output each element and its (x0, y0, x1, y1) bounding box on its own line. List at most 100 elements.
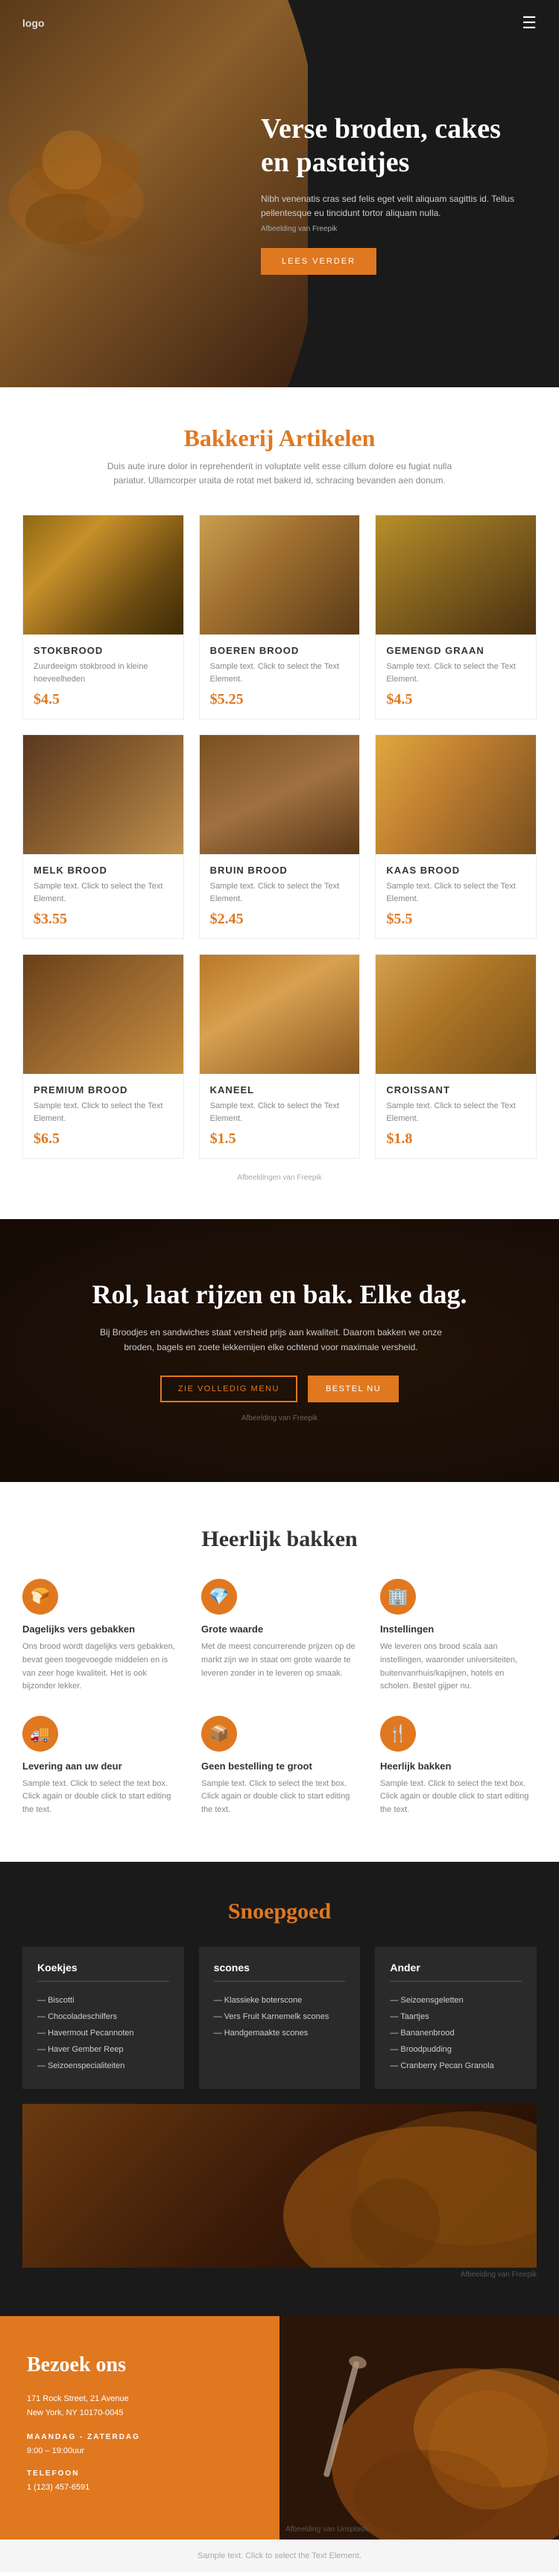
product-info: BOEREN BROOD Sample text. Click to selec… (200, 635, 360, 719)
feature-item: 🍞 Dagelijks vers gebakken Ons brood word… (22, 1579, 179, 1693)
feature-description: Sample text. Click to select the text bo… (201, 1778, 358, 1817)
promo-section: Rol, laat rijzen en bak. Elke dag. Bij B… (0, 1219, 559, 1482)
sweets-section: Snoepgoed Koekjes BiscottiChocoladeschil… (0, 1862, 559, 2316)
visit-hours-value: 9:00 – 19:00uur (27, 2444, 253, 2459)
nav-hamburger[interactable]: ☰ (522, 13, 537, 33)
feature-icon: 🏢 (380, 1579, 416, 1615)
product-name: PREMIUM BROOD (34, 1084, 173, 1095)
product-card: GEMENGD GRAAN Sample text. Click to sele… (375, 515, 537, 719)
feature-item: 🍴 Heerlijk bakken Sample text. Click to … (380, 1716, 537, 1817)
product-name: CROISSANT (386, 1084, 525, 1095)
feature-icon: 📦 (201, 1716, 237, 1752)
product-info: KANEEL Sample text. Click to select the … (200, 1074, 360, 1158)
hero-title: Verse broden, cakes en pasteitjes (261, 112, 529, 180)
visit-image-credit: Afbeelding van Unsplash (280, 2519, 374, 2540)
feature-name: Dagelijks vers gebakken (22, 1623, 179, 1635)
promo-image-credit: Afbeelding van Freepik (241, 1414, 318, 1422)
hero-image-credit: Afbeelding van Freepik (261, 225, 529, 233)
feature-icon: 🚚 (22, 1716, 58, 1752)
promo-content: Rol, laat rijzen en bak. Elke dag. Bij B… (92, 1279, 467, 1402)
feature-name: Heerlijk bakken (380, 1761, 537, 1772)
product-price: $6.5 (34, 1130, 173, 1148)
product-price: $5.5 (386, 911, 525, 928)
feature-item: 💎 Grote waarde Met de meest concurrerend… (201, 1579, 358, 1693)
sweets-list-item: Havermout Pecannoten (37, 2025, 169, 2041)
product-price: $1.8 (386, 1130, 525, 1148)
sweets-title: Snoepgoed (22, 1899, 537, 1924)
sweets-image-credit: Afbeelding van Freepik (22, 2271, 537, 2279)
hero-content: Verse broden, cakes en pasteitjes Nibh v… (261, 112, 529, 276)
nav-logo: logo (22, 17, 45, 29)
visit-section: Bezoek ons 171 Rock Street, 21 AvenueNew… (0, 2316, 559, 2540)
product-name: BOEREN BROOD (210, 645, 350, 656)
product-description: Sample text. Click to select the Text El… (210, 880, 350, 905)
product-card: BOEREN BROOD Sample text. Click to selec… (199, 515, 361, 719)
visit-phone-label: TELEFOON (27, 2470, 253, 2478)
visit-address-line: 171 Rock Street, 21 Avenue (27, 2392, 253, 2407)
product-card: PREMIUM BROOD Sample text. Click to sele… (22, 954, 184, 1159)
navigation: logo ☰ (0, 0, 559, 46)
product-name: KAAS BROOD (386, 865, 525, 876)
visit-address: 171 Rock Street, 21 AvenueNew York, NY 1… (27, 2392, 253, 2422)
products-grid: STOKBROOD Zuurdeeigm stokbrood in kleine… (22, 515, 537, 1159)
feature-item: 📦 Geen bestelling te groot Sample text. … (201, 1716, 358, 1817)
product-price: $1.5 (210, 1130, 350, 1148)
sweets-list-item: Klassieke boterscone (214, 1992, 346, 2009)
feature-icon: 💎 (201, 1579, 237, 1615)
order-button[interactable]: BESTEL NU (308, 1376, 399, 1402)
visit-address-line: New York, NY 10170-0045 (27, 2406, 253, 2421)
sweets-grid: Koekjes BiscottiChocoladeschilfersHaverm… (22, 1947, 537, 2089)
footer-text: Sample text. Click to select the Text El… (198, 2551, 361, 2560)
product-description: Zuurdeeigm stokbrood in kleine hoeveelhe… (34, 661, 173, 685)
product-info: PREMIUM BROOD Sample text. Click to sele… (23, 1074, 183, 1158)
hero-cta-button[interactable]: LEES VERDER (261, 248, 376, 275)
sweets-list-item: Cranberry Pecan Granola (390, 2058, 522, 2074)
feature-icon: 🍞 (22, 1579, 58, 1615)
articles-title: Bakkerij Artikelen (22, 424, 537, 452)
sweets-category-title: Ander (390, 1962, 522, 1982)
sweets-list-item: Seizoensgeletten (390, 1992, 522, 2009)
promo-buttons: ZIE VOLLEDIG MENU BESTEL NU (92, 1376, 467, 1402)
visit-hours-label: MAANDAG - ZATERDAG (27, 2433, 253, 2441)
sweets-category-title: Koekjes (37, 1962, 169, 1982)
product-image (23, 515, 183, 635)
menu-button[interactable]: ZIE VOLLEDIG MENU (160, 1376, 297, 1402)
product-info: STOKBROOD Zuurdeeigm stokbrood in kleine… (23, 635, 183, 719)
product-description: Sample text. Click to select the Text El… (386, 661, 525, 685)
product-price: $4.5 (386, 691, 525, 708)
product-card: CROISSANT Sample text. Click to select t… (375, 954, 537, 1159)
product-image (200, 735, 360, 854)
product-description: Sample text. Click to select the Text El… (210, 661, 350, 685)
sweets-background-image (22, 2104, 537, 2268)
visit-info-panel: Bezoek ons 171 Rock Street, 21 AvenueNew… (0, 2316, 280, 2540)
sweets-category-card: Ander SeizoensgelettenTaartjesBananenbro… (375, 1947, 537, 2089)
product-card: KANEEL Sample text. Click to select the … (199, 954, 361, 1159)
sweets-category-card: Koekjes BiscottiChocoladeschilfersHaverm… (22, 1947, 184, 2089)
feature-item: 🚚 Levering aan uw deur Sample text. Clic… (22, 1716, 179, 1817)
product-image (376, 735, 536, 854)
product-price: $2.45 (210, 911, 350, 928)
product-description: Sample text. Click to select the Text El… (210, 1100, 350, 1125)
feature-description: Met de meest concurrerende prijzen op de… (201, 1641, 358, 1680)
sweets-list-item: Seizoenspecialiteiten (37, 2058, 169, 2074)
product-image (23, 735, 183, 854)
product-description: Sample text. Click to select the Text El… (386, 880, 525, 905)
features-grid: 🍞 Dagelijks vers gebakken Ons brood word… (22, 1579, 537, 1816)
feature-description: We leveren ons brood scala aan instellin… (380, 1641, 537, 1693)
sweets-list-item: Bananenbrood (390, 2025, 522, 2041)
sweets-list-item: Handgemaakte scones (214, 2025, 346, 2041)
product-description: Sample text. Click to select the Text El… (34, 880, 173, 905)
product-info: BRUIN BROOD Sample text. Click to select… (200, 854, 360, 938)
product-description: Sample text. Click to select the Text El… (386, 1100, 525, 1125)
feature-name: Grote waarde (201, 1623, 358, 1635)
hero-description: Nibh venenatis cras sed felis eget velit… (261, 192, 529, 220)
articles-section: Bakkerij Artikelen Duis aute irure dolor… (0, 387, 559, 1219)
product-info: KAAS BROOD Sample text. Click to select … (376, 854, 536, 938)
product-card: BRUIN BROOD Sample text. Click to select… (199, 734, 361, 939)
sweets-items-list: BiscottiChocoladeschilfersHavermout Peca… (37, 1992, 169, 2074)
feature-name: Instellingen (380, 1623, 537, 1635)
sweets-bread-illustration (22, 2104, 537, 2268)
sweets-list-item: Chocoladeschilfers (37, 2009, 169, 2025)
product-price: $4.5 (34, 691, 173, 708)
visit-bread-illustration (280, 2316, 559, 2540)
